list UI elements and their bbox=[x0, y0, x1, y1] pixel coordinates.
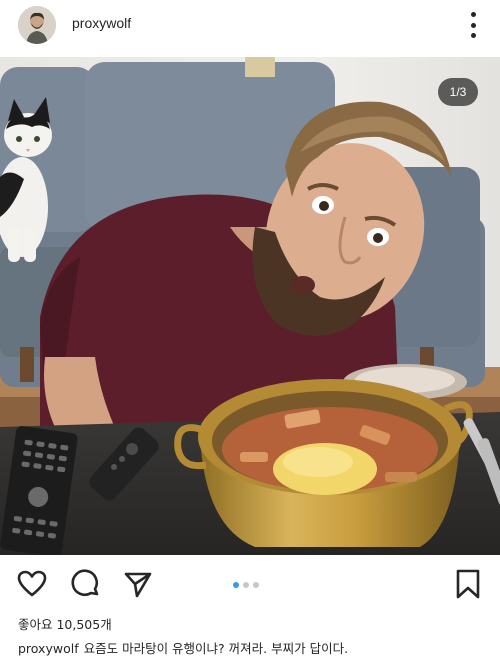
caption-text: 요즘도 마라탕이 유행이냐? 꺼져라. 부찌가 답이다. bbox=[83, 641, 349, 656]
photo-illustration bbox=[0, 57, 500, 555]
comment-icon[interactable] bbox=[70, 568, 102, 600]
carousel-dot[interactable] bbox=[253, 582, 259, 588]
bookmark-icon[interactable] bbox=[452, 568, 484, 600]
more-vertical-icon[interactable] bbox=[468, 12, 478, 38]
heart-icon[interactable] bbox=[16, 568, 48, 600]
carousel-dot[interactable] bbox=[243, 582, 249, 588]
carousel-dot[interactable] bbox=[233, 582, 239, 588]
image-counter: 1/3 bbox=[438, 78, 478, 106]
likes-count[interactable]: 좋아요 10,505개 bbox=[18, 614, 112, 633]
caption-username[interactable]: proxywolf bbox=[18, 641, 79, 656]
post-caption: proxywolf 요즘도 마라탕이 유행이냐? 꺼져라. 부찌가 답이다. bbox=[18, 638, 348, 657]
username[interactable]: proxywolf bbox=[72, 15, 131, 31]
send-icon[interactable] bbox=[122, 568, 154, 600]
carousel-dots bbox=[233, 582, 259, 588]
post-image[interactable]: 1/3 bbox=[0, 57, 500, 555]
post-actions bbox=[0, 562, 500, 606]
avatar[interactable] bbox=[18, 6, 56, 44]
post-header: proxywolf bbox=[0, 0, 500, 52]
